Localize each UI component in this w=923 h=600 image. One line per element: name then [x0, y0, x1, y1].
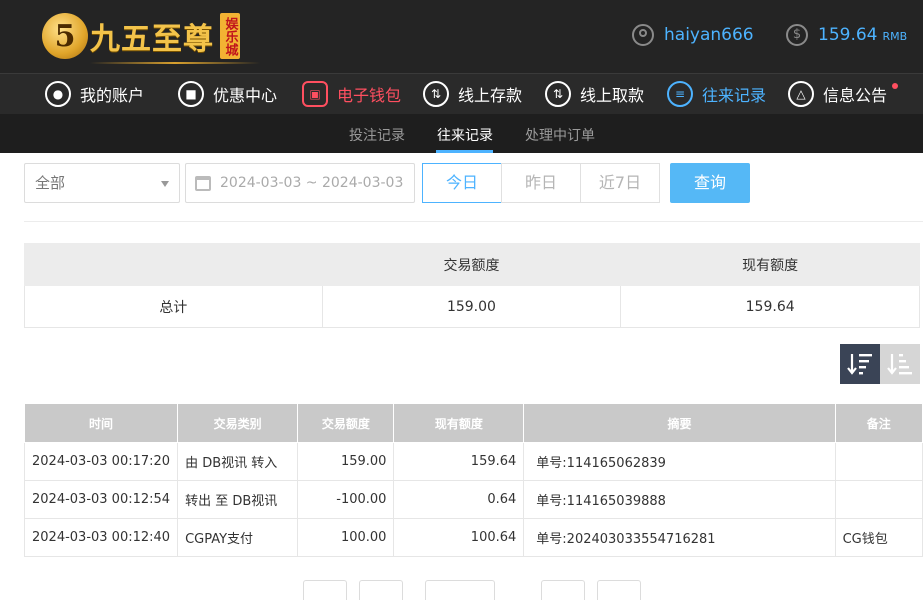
notification-dot: [892, 83, 899, 89]
logo-name: 九五至尊: [90, 22, 214, 57]
main-nav: ● 我的账户 ■ 优惠中心 ▣ 电子钱包 ⇅ 线上存款 ⇅ 线上取款 ≡ 往来记…: [0, 73, 923, 114]
nav-label: 优惠中心: [213, 86, 278, 105]
chevron-down-icon: [161, 181, 169, 187]
logo-underline: [90, 62, 260, 64]
nav-label: 我的账户: [80, 86, 145, 105]
cell-remark: CG钱包: [834, 518, 923, 557]
column-header-balance[interactable]: 现有额度: [393, 403, 525, 443]
sort-ascending-icon: [887, 354, 912, 375]
cell-remark: [834, 442, 923, 481]
sort-descending-button[interactable]: [840, 344, 880, 384]
pagination-next-button[interactable]: [541, 580, 585, 600]
balance-unit: RMB: [882, 30, 908, 43]
active-tab-indicator: [436, 150, 493, 153]
summary-total-row: 总计 159.00 159.64: [24, 285, 920, 328]
records-icon: ≡: [667, 81, 693, 107]
nav-item-announcements[interactable]: △ 信息公告: [788, 79, 899, 109]
nav-item-online-withdraw[interactable]: ⇅ 线上取款: [545, 79, 644, 109]
summary-cell: 总计: [24, 285, 323, 328]
column-header-time[interactable]: 时间: [23, 403, 179, 443]
summary-header-cell: [24, 243, 323, 286]
account-balance: $ 159.64 RMB: [786, 24, 907, 46]
sort-ascending-button[interactable]: [880, 344, 920, 384]
cell-type: 由 DB视讯 转入: [177, 442, 299, 481]
cell-time: 2024-03-03 00:17:20: [23, 442, 179, 481]
summary-header-cell: 现有额度: [620, 243, 920, 286]
cell-remark: [834, 480, 923, 519]
gift-icon: ■: [178, 81, 204, 107]
column-header-remark[interactable]: 备注: [834, 403, 923, 443]
cell-balance: 100.64: [393, 518, 525, 557]
date-range-value: 2024-03-03 ~ 2024-03-03: [220, 175, 404, 191]
table-row[interactable]: 2024-03-03 00:12:54 转出 至 DB视讯 -100.00 0.…: [23, 480, 923, 519]
column-header-type[interactable]: 交易类别: [177, 403, 299, 443]
user-account[interactable]: haiyan666: [632, 24, 754, 46]
cell-balance: 0.64: [393, 480, 525, 519]
deposit-icon: ⇅: [423, 81, 449, 107]
summary-cell: 159.64: [620, 285, 920, 328]
balance-value: 159.64: [818, 25, 878, 45]
user-icon: ●: [45, 81, 71, 107]
records-table: 时间 交易类别 交易额度 现有额度 摘要 备注 2024-03-03 00:17…: [23, 403, 923, 557]
pagination-prev-button[interactable]: [359, 580, 403, 600]
user-icon: [632, 24, 654, 46]
cell-time: 2024-03-03 00:12:40: [23, 518, 179, 557]
logo-tag: 娱乐城: [220, 13, 240, 59]
nav-label: 电子钱包: [337, 86, 402, 105]
sub-nav: 投注记录 往来记录 处理中订单: [0, 114, 923, 153]
divider: [24, 221, 923, 222]
withdraw-icon: ⇅: [545, 81, 571, 107]
nav-item-promotions[interactable]: ■ 优惠中心: [178, 79, 277, 109]
tab-bet-records[interactable]: 投注记录: [349, 125, 405, 145]
tab-transaction-records[interactable]: 往来记录: [437, 125, 493, 145]
table-row[interactable]: 2024-03-03 00:17:20 由 DB视讯 转入 159.00 159…: [23, 442, 923, 481]
cell-summary: 单号:202403033554716281: [523, 518, 836, 557]
bell-icon: △: [788, 81, 814, 107]
cell-amount: -100.00: [297, 480, 395, 519]
summary-cell: 159.00: [321, 285, 622, 328]
search-button[interactable]: 查询: [670, 163, 750, 203]
cell-time: 2024-03-03 00:12:54: [23, 480, 179, 519]
logo-mark: 5: [42, 13, 88, 59]
nav-item-transaction-records[interactable]: ≡ 往来记录: [667, 79, 766, 109]
date-range-input[interactable]: 2024-03-03 ~ 2024-03-03: [185, 163, 415, 203]
column-header-amount[interactable]: 交易额度: [297, 403, 395, 443]
nav-item-e-wallet[interactable]: ▣ 电子钱包: [302, 79, 401, 109]
nav-item-online-deposit[interactable]: ⇅ 线上存款: [423, 79, 522, 109]
select-value: 全部: [35, 174, 66, 192]
column-header-summary[interactable]: 摘要: [523, 403, 836, 443]
cell-balance: 159.64: [393, 442, 525, 481]
yesterday-button[interactable]: 昨日: [501, 163, 581, 203]
nav-label: 线上存款: [458, 86, 523, 105]
nav-label: 线上取款: [580, 86, 645, 105]
pagination-first-button[interactable]: [303, 580, 347, 600]
calendar-icon: [195, 176, 211, 191]
nav-label: 信息公告: [823, 86, 888, 105]
summary-table: 交易额度 现有额度 总计 159.00 159.64: [24, 243, 920, 328]
summary-header-row: 交易额度 现有额度: [24, 243, 920, 286]
cell-amount: 100.00: [297, 518, 395, 557]
tab-pending-orders[interactable]: 处理中订单: [525, 125, 595, 145]
cell-amount: 159.00: [297, 442, 395, 481]
records-header-row: 时间 交易类别 交易额度 现有额度 摘要 备注: [23, 403, 923, 443]
sort-descending-icon: [847, 354, 872, 375]
cell-type: 转出 至 DB视讯: [177, 480, 299, 519]
dollar-icon: $: [786, 24, 808, 46]
transaction-type-select[interactable]: 全部: [24, 163, 180, 203]
last-7-days-button[interactable]: 近7日: [580, 163, 660, 203]
username: haiyan666: [664, 25, 754, 45]
today-button[interactable]: 今日: [422, 163, 502, 203]
top-header: 5 九五至尊 娱乐城 haiyan666 $ 159.64 RMB: [0, 0, 923, 73]
cell-summary: 单号:114165062839: [523, 442, 836, 481]
pagination-last-button[interactable]: [597, 580, 641, 600]
brand-logo[interactable]: 5 九五至尊 娱乐城: [42, 10, 260, 64]
cell-type: CGPAY支付: [177, 518, 299, 557]
summary-header-cell: 交易额度: [321, 243, 622, 286]
cell-summary: 单号:114165039888: [523, 480, 836, 519]
wallet-icon: ▣: [302, 81, 328, 107]
pagination-page-input[interactable]: [425, 580, 495, 600]
table-row[interactable]: 2024-03-03 00:12:40 CGPAY支付 100.00 100.6…: [23, 518, 923, 557]
nav-item-my-account[interactable]: ● 我的账户: [45, 79, 144, 109]
nav-label: 往来记录: [702, 86, 767, 105]
